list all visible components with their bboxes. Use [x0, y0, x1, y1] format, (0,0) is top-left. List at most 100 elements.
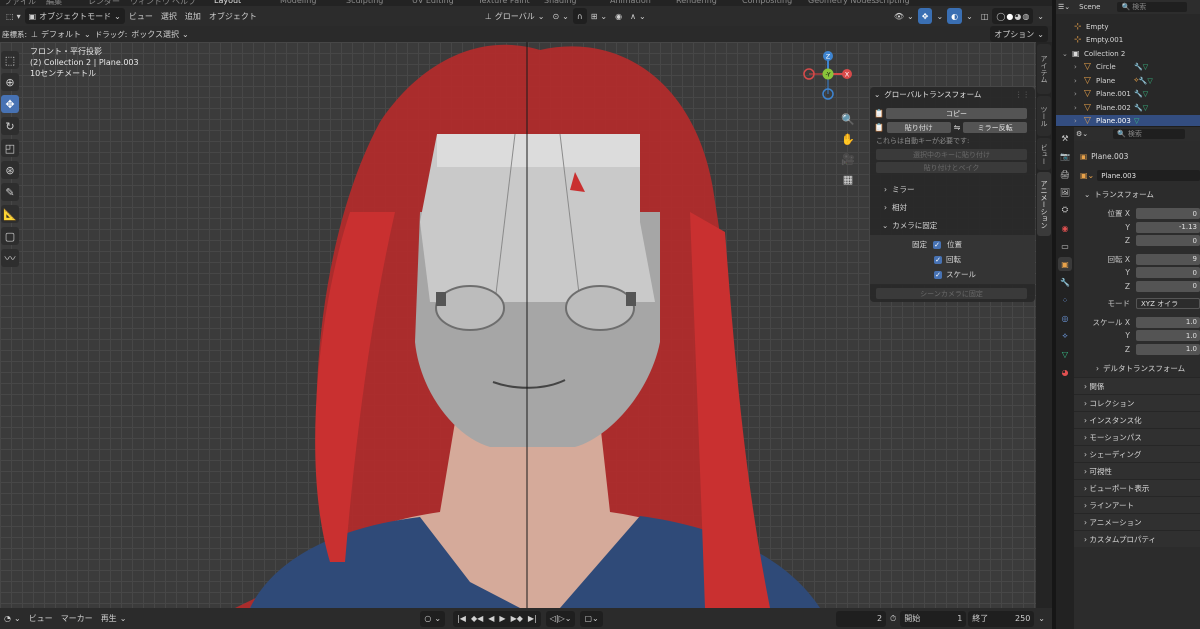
timeline-options[interactable]: ⌄ [1034, 611, 1049, 627]
scale-x-field[interactable]: 1.0 [1136, 316, 1200, 328]
modifier-tab-icon[interactable]: 🔧 [1058, 275, 1072, 289]
transform-orientation-dropdown[interactable]: ⊥ グローバル ⌄ [481, 8, 549, 24]
3d-viewport[interactable]: フロント・平行投影 (2) Collection 2 | Plane.003 1… [0, 42, 1052, 608]
render-tab-icon[interactable]: 📷 [1058, 149, 1072, 163]
properties-search-input[interactable]: 🔍 検索 [1113, 129, 1186, 139]
xray-toggle[interactable]: ◫ [977, 8, 993, 24]
select-box-tool-icon[interactable]: ⬚ [1, 51, 19, 69]
lock-scene-camera-button[interactable]: シーンカメラに固定 [876, 288, 1027, 299]
outliner-row-plane-003[interactable]: › ▽ Plane.003 ▽ [1056, 114, 1200, 126]
cursor-tool-icon[interactable]: ⊕ [1, 73, 19, 91]
transform-tool-icon[interactable]: ⊛ [1, 161, 19, 179]
overlay-toggle[interactable]: ◐ [947, 8, 963, 24]
location-z-field[interactable]: 0 [1136, 235, 1200, 247]
paste-selected-keys-button[interactable]: 選択中のキーに貼り付け [876, 149, 1027, 160]
playback-dropdown[interactable]: 再生 ⌄ [97, 611, 131, 627]
workspace-tab[interactable]: Compositing [742, 0, 792, 5]
data-tab-icon[interactable]: ▽ [1058, 347, 1072, 361]
auto-key-dropdown[interactable]: ▢⌄ [580, 610, 603, 627]
outliner-row-empty-001[interactable]: ⊹ Empty.001 [1056, 34, 1200, 48]
collections-section[interactable]: › コレクション [1074, 394, 1200, 411]
line-art-section[interactable]: › ラインアート [1074, 496, 1200, 513]
gizmo-toggle[interactable]: ✥ [917, 8, 933, 24]
paste-button[interactable]: 貼り付け [886, 122, 951, 133]
rotation-mode-dropdown[interactable]: XYZ オイラ [1136, 298, 1200, 310]
tab-animation[interactable]: アニメーション [1037, 172, 1051, 236]
visibility-section[interactable]: › 可視性 [1074, 462, 1200, 479]
snap-toggle[interactable]: ∩ [572, 8, 587, 24]
scale-tool-icon[interactable]: ◰ [1, 139, 19, 157]
measure-tool-icon[interactable]: 📐 [1, 205, 19, 223]
workspace-tab[interactable]: Scripting [874, 0, 910, 5]
workspace-tab[interactable]: Layout [214, 0, 241, 5]
output-tab-icon[interactable]: 🖨 [1058, 167, 1072, 181]
navigation-gizmo[interactable]: Z X -Y [800, 48, 860, 106]
stopwatch-icon[interactable]: ⏱ [886, 611, 900, 627]
custom-properties-section[interactable]: › カスタムプロパティ [1074, 530, 1200, 547]
menu-object[interactable]: オブジェクト [205, 8, 261, 24]
curve-tool-icon[interactable]: 〰 [1, 249, 19, 267]
menu-view[interactable]: ビュー [125, 8, 157, 24]
outliner-row-plane-002[interactable]: › ▽ Plane.002 🔧 ▽ [1056, 101, 1200, 115]
mode-dropdown[interactable]: ▣ オブジェクトモード ⌄ [24, 8, 125, 24]
workspace-tab[interactable]: Sculpting [346, 0, 383, 5]
visibility-dropdown[interactable]: 👁 ⌄ [890, 8, 918, 24]
timeline-menu-marker[interactable]: マーカー [57, 611, 97, 627]
tab-tool[interactable]: ツール [1037, 96, 1051, 136]
object-name-field[interactable]: Plane.003 [1097, 170, 1200, 181]
tab-item[interactable]: アイテム [1037, 44, 1051, 94]
timeline-menu-view[interactable]: ビュー [25, 611, 57, 627]
annotate-tool-icon[interactable]: ✎ [1, 183, 19, 201]
rotation-x-field[interactable]: 9 [1136, 253, 1200, 265]
relations-section[interactable]: › 関係 [1074, 377, 1200, 394]
shading-section[interactable]: › シェーディング [1074, 445, 1200, 462]
keyframe-nav[interactable]: ◁|▷⌄ [545, 610, 576, 627]
gizmo-dropdown[interactable]: ⌄ [932, 8, 947, 24]
view-layer-tab-icon[interactable]: 🖼 [1058, 185, 1072, 199]
play-icon[interactable]: ▶ [499, 614, 505, 623]
tool-tab-icon[interactable]: ⚒ [1058, 131, 1072, 145]
lock-rotation-checkbox[interactable]: ✓ [934, 255, 942, 264]
workspace-tab[interactable]: Modeling [280, 0, 316, 5]
prev-key-icon[interactable]: ◆◀ [471, 614, 483, 623]
jump-end-icon[interactable]: ▶| [528, 614, 537, 623]
rotate-tool-icon[interactable]: ↻ [1, 117, 19, 135]
pivot-dropdown[interactable]: ⊙ ⌄ [548, 8, 572, 24]
rotation-y-field[interactable]: 0 [1136, 267, 1200, 279]
drag-handle-icon[interactable]: ⋮⋮ [1015, 90, 1030, 99]
play-reverse-icon[interactable]: ◀ [488, 614, 494, 623]
add-cube-tool-icon[interactable]: ▢ [1, 227, 19, 245]
workspace-tab[interactable]: Texture Paint [478, 0, 530, 5]
orientation-dropdown[interactable]: ⊥ デフォルト ⌄ [27, 26, 95, 42]
copy-button[interactable]: コピー [885, 108, 1027, 119]
motion-paths-section[interactable]: › モーションパス [1074, 428, 1200, 445]
instancing-section[interactable]: › インスタンス化 [1074, 411, 1200, 428]
next-key-icon[interactable]: ▶◆ [511, 614, 523, 623]
mirror-section[interactable]: › ミラー [884, 184, 1035, 195]
rendered-shading-icon[interactable]: ◍ [1022, 12, 1029, 21]
properties-editor-icon[interactable]: ⚙⌄ [1076, 130, 1088, 138]
lock-camera-section[interactable]: ⌄ カメラに固定 [882, 220, 1035, 231]
camera-view-icon[interactable]: 🎥 [841, 150, 855, 170]
world-tab-icon[interactable]: ◉ [1058, 221, 1072, 235]
shading-dropdown[interactable]: ⌄ [1033, 8, 1048, 24]
workspace-tab[interactable]: Shading [544, 0, 577, 5]
workspace-tab[interactable]: UV Editing [412, 0, 454, 5]
viewport-display-section[interactable]: › ビューポート表示 [1074, 479, 1200, 496]
end-frame-field[interactable]: 終了 250 [968, 610, 1035, 627]
object-tab-icon[interactable]: ▣ [1058, 257, 1072, 271]
overlay-dropdown[interactable]: ⌄ [962, 8, 977, 24]
zoom-icon[interactable]: 🔍 [841, 110, 855, 130]
jump-start-icon[interactable]: |◀ [457, 614, 466, 623]
snap-dropdown[interactable]: ⊞ ⌄ [587, 8, 611, 24]
wireframe-shading-icon[interactable]: ◯ [996, 12, 1005, 21]
workspace-tab[interactable]: Rendering [676, 0, 717, 5]
outliner-row-plane[interactable]: › ▽ Plane ⟡ 🔧 ▽ [1056, 74, 1200, 88]
lock-scale-checkbox[interactable]: ✓ [934, 270, 942, 279]
paste-and-bake-button[interactable]: 貼り付けとベイク [876, 162, 1027, 173]
outliner-editor-icon[interactable]: ☰⌄ [1058, 3, 1070, 11]
collection-tab-icon[interactable]: ▭ [1058, 239, 1072, 253]
workspace-tab[interactable]: Geometry Nodes [808, 0, 875, 5]
animation-section[interactable]: › アニメーション [1074, 513, 1200, 530]
options-dropdown[interactable]: オプション ⌄ [990, 26, 1048, 42]
